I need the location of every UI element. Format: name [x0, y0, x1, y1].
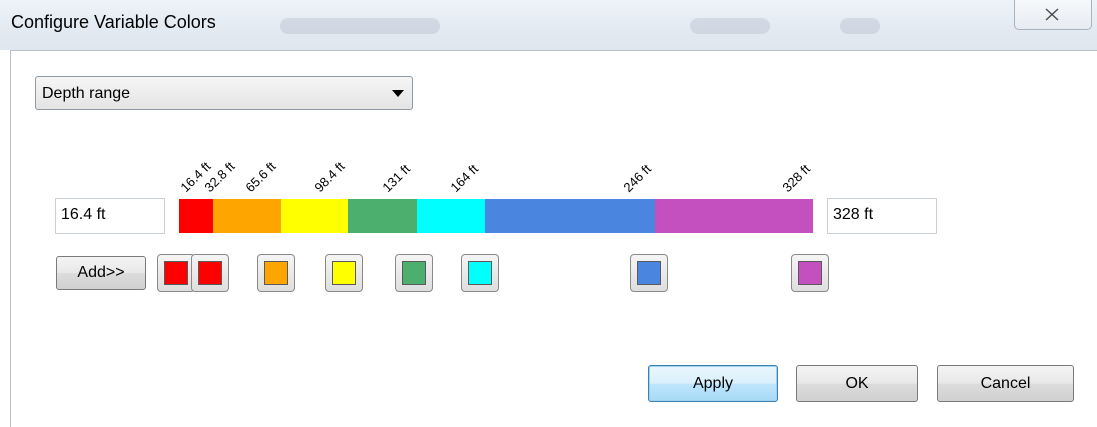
chevron-down-icon	[392, 90, 404, 97]
color-band	[655, 199, 813, 233]
add-button[interactable]: Add>>	[56, 256, 146, 290]
color-chip	[468, 261, 492, 285]
variable-select[interactable]: Depth range	[35, 76, 413, 110]
color-band	[213, 199, 281, 233]
color-swatch-button[interactable]	[157, 254, 195, 292]
color-swatch-button[interactable]	[461, 254, 499, 292]
window-title: Configure Variable Colors	[11, 12, 216, 32]
cancel-button[interactable]: Cancel	[937, 365, 1074, 402]
ok-button[interactable]: OK	[796, 365, 918, 402]
color-chip	[402, 261, 426, 285]
color-band	[348, 199, 417, 233]
close-button[interactable]	[1014, 0, 1092, 30]
background-blur	[840, 18, 880, 34]
color-swatch-button[interactable]	[191, 254, 229, 292]
variable-select-value: Depth range	[42, 85, 131, 102]
color-chip	[637, 261, 661, 285]
apply-button[interactable]: Apply	[648, 365, 778, 402]
color-swatch-button[interactable]	[257, 254, 295, 292]
background-blur	[690, 18, 770, 34]
min-value-field[interactable]: 16.4 ft	[55, 198, 165, 234]
color-band	[281, 199, 348, 233]
color-band	[485, 199, 655, 233]
color-band	[417, 199, 485, 233]
color-chip	[264, 261, 288, 285]
color-swatch-button[interactable]	[395, 254, 433, 292]
color-chip	[164, 261, 188, 285]
color-chip	[198, 261, 222, 285]
color-chip	[798, 261, 822, 285]
max-value-field[interactable]: 328 ft	[827, 198, 937, 234]
color-swatch-button[interactable]	[325, 254, 363, 292]
close-icon	[1045, 8, 1059, 21]
background-blur	[280, 18, 440, 34]
color-chip	[332, 261, 356, 285]
color-band	[179, 199, 213, 233]
color-swatch-button[interactable]	[630, 254, 668, 292]
title-bar: Configure Variable Colors	[0, 0, 1097, 50]
color-swatch-button[interactable]	[791, 254, 829, 292]
